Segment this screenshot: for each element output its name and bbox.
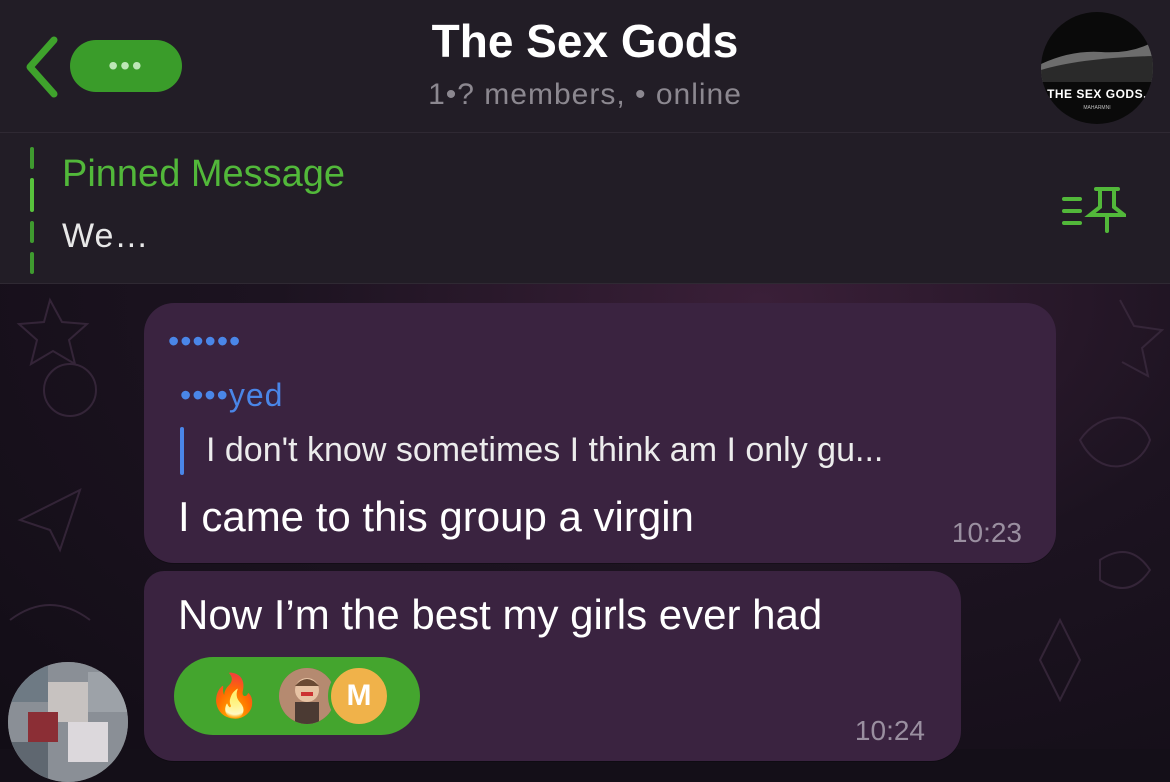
group-avatar-brand: THE SEX GODS. — [1047, 87, 1147, 101]
reply-author: ••••yed — [180, 377, 284, 413]
message-text: I came to this group a virgin — [178, 493, 694, 540]
chat-subtitle: 1•? members, • online — [428, 78, 742, 111]
pinned-text: We… — [62, 217, 150, 255]
sender-avatar[interactable] — [8, 662, 128, 782]
fire-emoji-icon: 🔥 — [208, 672, 261, 719]
message-time: 10:23 — [951, 517, 1022, 548]
message-sender[interactable]: •••••• — [168, 323, 241, 360]
reply-preview[interactable]: ••••yed I don't know sometimes I think a… — [180, 371, 1010, 479]
pinned-list-icon[interactable] — [1060, 185, 1126, 235]
group-avatar[interactable]: THE SEX GODS. MAHARMNI — [1041, 12, 1153, 124]
reaction-chip[interactable]: 🔥 M — [174, 657, 420, 735]
chat-header: ••• The Sex Gods 1•? members, • online T… — [0, 0, 1170, 132]
message-bubble[interactable]: •••••• ••••yed I don't know sometimes I … — [144, 303, 1056, 563]
chat-title[interactable]: The Sex Gods — [0, 14, 1170, 68]
reply-bar — [180, 427, 184, 475]
message-time: 10:24 — [854, 715, 925, 746]
pinned-indicator — [30, 147, 36, 274]
pinned-label: Pinned Message — [62, 153, 346, 195]
group-avatar-subtext: MAHARMNI — [1083, 105, 1111, 111]
pinned-message-bar[interactable]: Pinned Message We… — [0, 132, 1170, 284]
message-text: Now I’m the best my girls ever had — [178, 591, 823, 638]
reply-text: I don't know sometimes I think am I only… — [206, 431, 884, 469]
message-bubble[interactable]: Now I’m the best my girls ever had 🔥 M 1… — [144, 571, 961, 761]
reactor-avatar-letter: M — [328, 665, 390, 727]
